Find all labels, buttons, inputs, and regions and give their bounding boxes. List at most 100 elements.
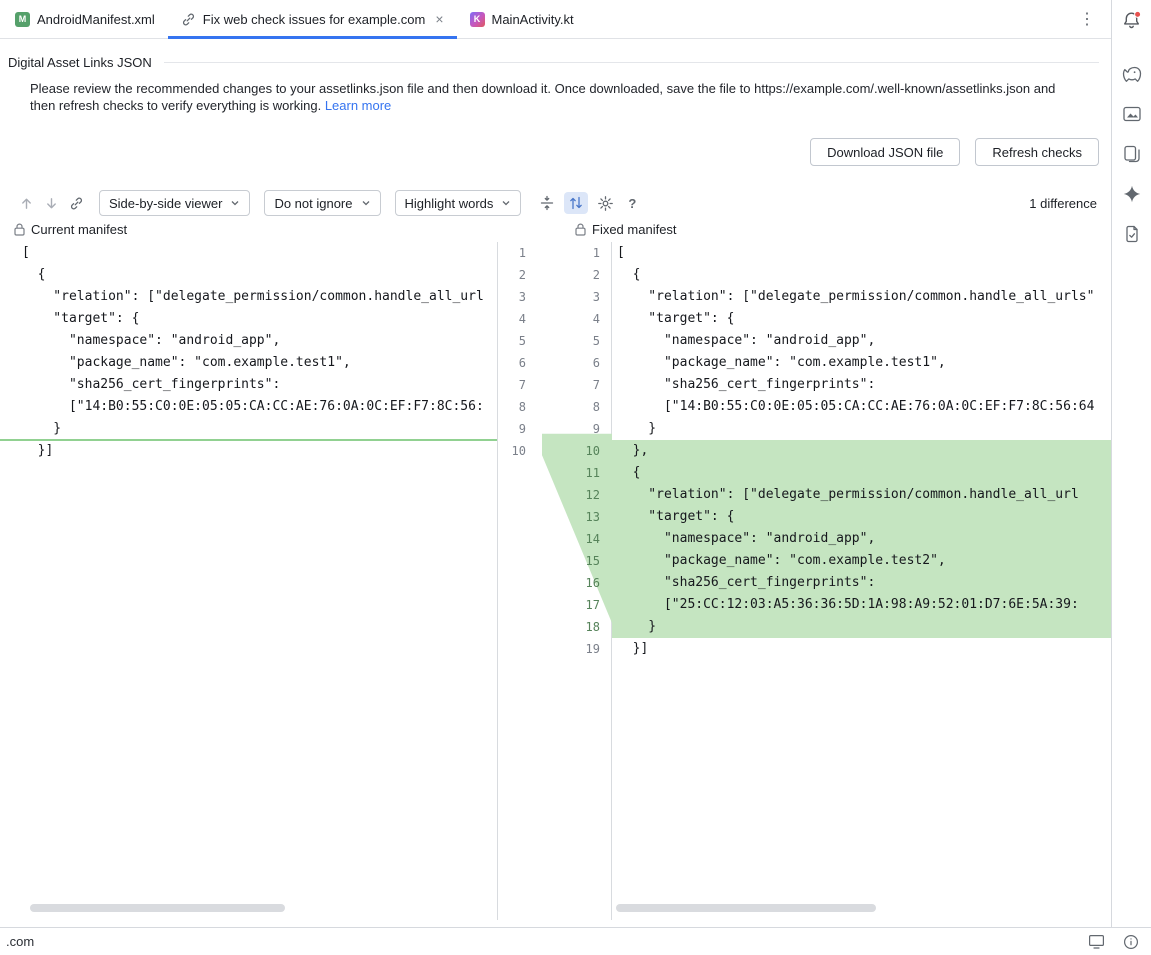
description-text: Please review the recommended changes to… — [30, 81, 1055, 113]
code-line[interactable]: "package_name": "com.example.test2", — [612, 550, 1111, 572]
code-line[interactable]: ["25:CC:12:03:A5:36:36:5D:1A:98:A9:52:01… — [612, 594, 1111, 616]
gemini-icon[interactable] — [1119, 182, 1145, 206]
editor-tab-bar: M AndroidManifest.xml Fix web check issu… — [0, 0, 1111, 39]
lock-icon — [575, 223, 586, 236]
right-pane-title: Fixed manifest — [592, 222, 677, 237]
app-quality-insights-icon[interactable] — [1119, 222, 1145, 246]
gutter-row: 19 — [498, 638, 611, 660]
gutter-row: 77 — [498, 374, 611, 396]
highlight-mode-label: Highlight words — [405, 196, 494, 211]
ignore-policy-label: Do not ignore — [274, 196, 352, 211]
code-line[interactable]: "namespace": "android_app", — [612, 528, 1111, 550]
gutter-row: 17 — [498, 594, 611, 616]
kotlin-file-icon: K — [470, 12, 485, 27]
chevron-down-icon — [361, 198, 371, 208]
left-editor-lines: [ { "relation": ["delegate_permission/co… — [0, 242, 497, 462]
screen-share-icon[interactable] — [1088, 934, 1105, 949]
code-line[interactable]: } — [612, 616, 1111, 638]
diff-pane-headers: Current manifest Fixed manifest — [0, 222, 1111, 242]
left-pane-header: Current manifest — [14, 222, 127, 237]
tab-label: MainActivity.kt — [492, 12, 574, 27]
code-line[interactable]: "relation": ["delegate_permission/common… — [612, 484, 1111, 506]
code-line[interactable]: { — [612, 264, 1111, 286]
status-text: .com — [6, 934, 34, 949]
gutter-row: 66 — [498, 352, 611, 374]
status-bar: .com — [0, 927, 1151, 955]
current-manifest-editor[interactable]: [ { "relation": ["delegate_permission/co… — [0, 242, 497, 920]
info-icon[interactable] — [1123, 934, 1139, 950]
highlight-mode-dropdown[interactable]: Highlight words — [395, 190, 522, 216]
right-editor-lines: [ { "relation": ["delegate_permission/co… — [612, 242, 1111, 660]
more-options-icon[interactable]: ⋮ — [1063, 9, 1111, 29]
code-line[interactable]: { — [0, 264, 497, 286]
code-line[interactable]: "sha256_cert_fingerprints": — [612, 572, 1111, 594]
code-line[interactable]: "relation": ["delegate_permission/common… — [0, 286, 497, 308]
header-divider — [164, 62, 1099, 63]
synchronize-scrolling-icon[interactable] — [564, 192, 588, 214]
gutter-row: 11 — [498, 242, 611, 264]
code-line[interactable]: }, — [612, 440, 1111, 462]
tab-androidmanifest[interactable]: M AndroidManifest.xml — [2, 0, 168, 38]
gutter-row: 18 — [498, 616, 611, 638]
left-pane-title: Current manifest — [31, 222, 127, 237]
previous-difference-icon[interactable] — [16, 192, 36, 214]
gutter-row: 44 — [498, 308, 611, 330]
line-number-gutter: 1122334455667788991010111213141516171819 — [498, 242, 611, 660]
code-line[interactable]: }] — [612, 638, 1111, 660]
code-line[interactable]: "namespace": "android_app", — [0, 330, 497, 352]
code-line[interactable]: }] — [0, 440, 497, 462]
collapse-unchanged-icon[interactable] — [535, 192, 559, 214]
gutter-row: 22 — [498, 264, 611, 286]
viewer-mode-dropdown[interactable]: Side-by-side viewer — [99, 190, 250, 216]
code-line[interactable]: [ — [612, 242, 1111, 264]
jump-to-source-icon[interactable] — [66, 192, 86, 214]
link-icon — [181, 12, 196, 27]
panel-description: Please review the recommended changes to… — [0, 80, 1060, 114]
chevron-down-icon — [230, 198, 240, 208]
download-json-button[interactable]: Download JSON file — [810, 138, 960, 166]
code-line[interactable]: "sha256_cert_fingerprints": — [0, 374, 497, 396]
settings-gear-icon[interactable] — [593, 192, 617, 214]
close-icon[interactable]: × — [435, 12, 443, 26]
horizontal-scrollbar[interactable] — [30, 904, 285, 912]
code-line[interactable]: ["14:B0:55:C0:0E:05:05:CA:CC:AE:76:0A:0C… — [612, 396, 1111, 418]
tab-fix-web-check-issues[interactable]: Fix web check issues for example.com × — [168, 0, 457, 38]
code-line[interactable]: "target": { — [612, 506, 1111, 528]
fixed-manifest-editor[interactable]: [ { "relation": ["delegate_permission/co… — [612, 242, 1111, 920]
code-line[interactable]: ["14:B0:55:C0:0E:05:05:CA:CC:AE:76:0A:0C… — [0, 396, 497, 418]
code-line[interactable]: } — [0, 418, 497, 440]
tab-mainactivity[interactable]: K MainActivity.kt — [457, 0, 587, 38]
next-difference-icon[interactable] — [41, 192, 61, 214]
gutter-row: 33 — [498, 286, 611, 308]
ide-window: M AndroidManifest.xml Fix web check issu… — [0, 0, 1151, 955]
gutter-row: 1010 — [498, 440, 611, 462]
refresh-checks-button[interactable]: Refresh checks — [975, 138, 1099, 166]
code-line[interactable]: { — [612, 462, 1111, 484]
code-line[interactable]: } — [612, 418, 1111, 440]
page-title: Digital Asset Links JSON — [8, 55, 152, 70]
notifications-bell-icon[interactable] — [1119, 8, 1145, 32]
code-line[interactable]: "relation": ["delegate_permission/common… — [612, 286, 1111, 308]
running-devices-icon[interactable] — [1119, 102, 1145, 126]
gutter-row: 12 — [498, 484, 611, 506]
code-line[interactable]: "target": { — [612, 308, 1111, 330]
gutter-row: 88 — [498, 396, 611, 418]
manifest-file-icon: M — [15, 12, 30, 27]
help-icon[interactable]: ? — [622, 192, 642, 214]
panel-header: Digital Asset Links JSON — [0, 55, 1111, 70]
device-manager-icon[interactable] — [1119, 142, 1145, 166]
gutter-row: 13 — [498, 506, 611, 528]
gradle-icon[interactable] — [1119, 62, 1145, 86]
ignore-policy-dropdown[interactable]: Do not ignore — [264, 190, 380, 216]
chevron-down-icon — [501, 198, 511, 208]
horizontal-scrollbar[interactable] — [616, 904, 876, 912]
code-line[interactable]: "package_name": "com.example.test1", — [612, 352, 1111, 374]
code-line[interactable]: [ — [0, 242, 497, 264]
code-line[interactable]: "package_name": "com.example.test1", — [0, 352, 497, 374]
code-line[interactable]: "sha256_cert_fingerprints": — [612, 374, 1111, 396]
gutter-row: 99 — [498, 418, 611, 440]
code-line[interactable]: "target": { — [0, 308, 497, 330]
learn-more-link[interactable]: Learn more — [325, 98, 391, 113]
gutter-row: 16 — [498, 572, 611, 594]
code-line[interactable]: "namespace": "android_app", — [612, 330, 1111, 352]
